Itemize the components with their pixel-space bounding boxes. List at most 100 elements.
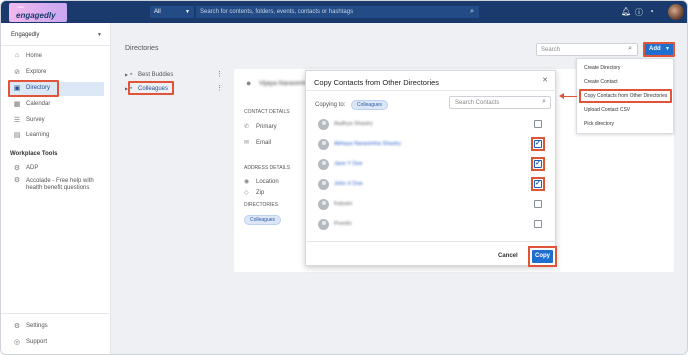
sidebar-item-calendar[interactable]: ▦ Calendar (9, 98, 104, 112)
sidebar-item-accolade[interactable]: ⚙ Accolade - Free help with health benef… (9, 175, 104, 195)
modal-title: Copy Contacts from Other Directories (314, 78, 440, 87)
zip-label: Zip (256, 190, 265, 196)
sidebar-item-learning[interactable]: ▤ Learning (9, 129, 104, 143)
sidebar-item-label: Accolade - Free help with health benefit… (26, 178, 94, 191)
support-icon: ◎ (13, 339, 21, 346)
sidebar-item-label: ADP (26, 165, 39, 171)
highlight-checkbox (531, 177, 545, 191)
close-icon[interactable]: ✕ (542, 76, 548, 84)
menu-item-create-directory[interactable]: Create Directory (584, 65, 620, 71)
sidebar-item-support[interactable]: ◎ Support (9, 336, 104, 350)
address-details-heading: ADDRESS DETAILS (244, 165, 291, 171)
sidebar-item-label: Settings (26, 323, 48, 329)
bell-icon[interactable]: 🔔︎ (621, 7, 631, 16)
sidebar-item-explore[interactable]: ⊘ Explore (9, 66, 104, 80)
sidebar-item-home[interactable]: ⌂ Home (9, 50, 104, 64)
zip-icon: ◇ (244, 190, 249, 196)
logo-text: engagedly (16, 11, 56, 20)
chart-icon[interactable]: ◔ (649, 7, 654, 16)
user-icon: ● (246, 78, 252, 88)
contact-row[interactable]: Preethi (306, 215, 557, 235)
menu-item-upload-csv[interactable]: Upload Contact CSV (584, 107, 630, 113)
global-search-input[interactable]: Search for contents, folders, events, co… (196, 6, 479, 18)
highlight-add-button (643, 42, 675, 57)
zip-row: ◇ Zip (244, 189, 264, 196)
user-icon (318, 159, 329, 170)
page-title: Directories (125, 45, 159, 52)
contact-checkbox[interactable] (534, 220, 542, 228)
directory-item-best-buddies[interactable]: ▶ ▪ Best Buddies (125, 71, 173, 78)
contact-name: Preethi (334, 221, 352, 227)
sidebar-item-label: Support (26, 339, 48, 345)
highlight-checkbox (531, 137, 545, 151)
directory-search-placeholder: Search (541, 47, 561, 53)
highlight-copy-contacts (579, 89, 672, 103)
learning-icon: ▤ (13, 132, 21, 139)
cancel-button[interactable]: Cancel (498, 253, 518, 259)
user-icon (318, 119, 329, 130)
menu-item-create-contact[interactable]: Create Contact (584, 79, 618, 85)
user-icon (318, 199, 329, 210)
email-label: Email (256, 140, 272, 146)
sidebar-item-label: Home (26, 53, 43, 59)
app-window: ~•~ engagedly All ▼ Search for contents,… (0, 0, 688, 355)
copying-to-pill: Colleagues (351, 100, 389, 110)
search-icon[interactable]: ⌕ (470, 8, 474, 16)
divider (1, 313, 111, 314)
contact-name: Aadhya Shastry (334, 121, 373, 127)
contact-row[interactable]: Jane Y Doe ✓ (306, 155, 557, 175)
chevron-down-icon: ▼ (97, 32, 102, 38)
folder-icon: ▪ (130, 71, 133, 78)
contacts-search-input[interactable]: Search Contacts ⌕ (449, 96, 551, 109)
divider (306, 241, 557, 242)
search-icon[interactable]: ⌕ (542, 98, 546, 106)
search-scope-select[interactable]: All ▼ (150, 6, 194, 18)
sidebar-item-settings[interactable]: ⚙ Settings (9, 320, 104, 334)
contact-row[interactable]: John X Doe ✓ (306, 175, 557, 195)
sidebar-item-label: Survey (26, 117, 45, 123)
workspace-switcher[interactable]: Engagedly ▼ (11, 32, 102, 38)
annotation-arrow (563, 96, 577, 97)
gear-icon: ⚙ (13, 177, 21, 184)
highlight-directory (8, 80, 59, 97)
contact-row[interactable]: Aadhya Shastry (306, 115, 557, 135)
sidebar: Engagedly ▼ ⌂ Home ⊘ Explore ▣ Directory… (1, 23, 111, 354)
highlight-copy-button (528, 246, 557, 267)
search-icon[interactable]: ⌕ (628, 45, 632, 53)
mail-icon: ✉ (244, 140, 250, 146)
sidebar-item-survey[interactable]: ☰ Survey (9, 114, 104, 128)
contact-checkbox[interactable] (534, 120, 542, 128)
sidebar-item-adp[interactable]: ⚙ ADP (9, 162, 104, 176)
home-icon: ⌂ (14, 52, 20, 59)
directory-label: Best Buddies (138, 72, 174, 78)
directory-search-input[interactable]: Search ⌕ (536, 43, 638, 56)
sidebar-item-label: Calendar (26, 101, 51, 107)
divider (1, 45, 111, 46)
kebab-menu-icon[interactable]: ⋮ (216, 84, 223, 92)
highlight-colleagues (128, 81, 174, 95)
annotation-arrow-head (559, 93, 564, 99)
email-row: ✉ Email (244, 139, 271, 146)
copy-contacts-modal: Copy Contacts from Other Directories ✕ C… (305, 70, 557, 267)
help-icon[interactable]: ⓘ (635, 7, 643, 18)
contact-row[interactable]: Kalyani (306, 195, 557, 215)
workspace-name: Engagedly (11, 32, 40, 38)
sidebar-item-label: Learning (26, 132, 50, 138)
calendar-icon: ▦ (13, 101, 21, 108)
engagedly-logo[interactable]: ~•~ engagedly (9, 3, 67, 22)
contact-name: Kalyani (334, 201, 353, 207)
gear-icon: ⚙ (13, 323, 21, 330)
contact-name: Jane Y Doe (334, 161, 363, 167)
contact-row[interactable]: Abhaya Narasimha Shastry ✓ (306, 135, 557, 155)
avatar[interactable] (668, 4, 684, 20)
location-label: Location (256, 179, 279, 185)
primary-label: Primary (256, 124, 277, 130)
phone-icon: ✆ (244, 124, 250, 130)
workplace-tools-heading: Workplace Tools (10, 151, 58, 157)
user-icon (318, 139, 329, 150)
highlight-checkbox (531, 157, 545, 171)
kebab-menu-icon[interactable]: ⋮ (216, 70, 223, 78)
contact-checkbox[interactable] (534, 200, 542, 208)
menu-item-pick-directory[interactable]: Pick directory (584, 121, 614, 127)
location-icon: ◉ (244, 179, 250, 185)
